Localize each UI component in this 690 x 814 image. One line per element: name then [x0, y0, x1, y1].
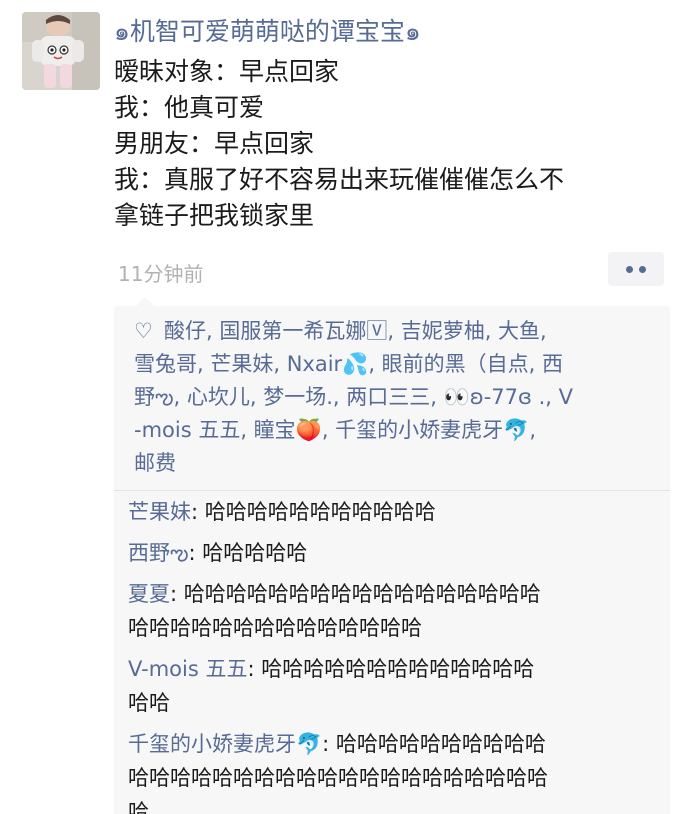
likes-line[interactable]: 野ఌ, 心坎儿, 梦一场., 两口三三, 👀ʚ-77ɞ ., V	[134, 381, 658, 414]
comment-text: 哈哈哈哈哈哈哈哈哈哈哈哈哈哈哈哈哈哈哈哈	[128, 766, 548, 790]
more-dots-icon	[639, 265, 646, 273]
likes-list: ♡ 酸仔, 国服第一希瓦娜🅅, 吉妮萝柚, 大鱼, 雪兔哥, 芒果妹, Nxair…	[114, 306, 670, 490]
comment-author[interactable]: V-mois 五五	[128, 657, 247, 681]
post-line: 拿链子把我锁家里	[114, 201, 315, 230]
heart-outline-icon: ♡	[134, 319, 153, 343]
author-name[interactable]: ๑机智可爱萌萌哒的谭宝宝๑	[114, 14, 670, 50]
moment-post: ๑机智可爱萌萌哒的谭宝宝๑ 暧昧对象：早点回家 我：他真可爱 男朋友：早点回家 …	[0, 0, 690, 814]
likes-line[interactable]: -mois 五五, 瞳宝🍑, 千玺的小娇妻虎牙🐬,	[134, 414, 658, 447]
comment-item[interactable]: V-mois 五五: 哈哈哈哈哈哈哈哈哈哈哈哈哈 哈哈	[128, 652, 658, 720]
post-line: 我：他真可爱	[114, 93, 265, 122]
comment-text: 哈哈哈哈哈哈哈哈哈哈哈哈哈哈哈哈哈	[183, 582, 541, 606]
comment-text: 哈哈哈哈哈	[202, 541, 308, 565]
interaction-panel: ♡ 酸仔, 国服第一希瓦娜🅅, 吉妮萝柚, 大鱼, 雪兔哥, 芒果妹, Nxair…	[114, 297, 670, 814]
comment-item[interactable]: 芒果妹: 哈哈哈哈哈哈哈哈哈哈哈	[128, 495, 658, 529]
comment-author[interactable]: 西野ఌ	[128, 541, 189, 565]
comment-text: 哈	[128, 800, 149, 814]
avatar[interactable]	[22, 12, 100, 90]
comment-item[interactable]: 西野ఌ: 哈哈哈哈哈	[128, 536, 658, 570]
post-line: 我：真服了好不容易出来玩催催催怎么不	[114, 165, 565, 194]
post-line: 暧昧对象：早点回家	[114, 57, 340, 86]
comment-author[interactable]: 芒果妹	[128, 500, 191, 524]
post-meta: 11分钟前	[114, 252, 670, 292]
comment-text: 哈哈哈哈哈哈哈哈哈哈	[335, 732, 546, 756]
comment-text: 哈哈哈哈哈哈哈哈哈哈哈	[204, 500, 436, 524]
comment-text: 哈哈哈哈哈哈哈哈哈哈哈哈哈	[261, 657, 535, 681]
post-line: 男朋友：早点回家	[114, 129, 315, 158]
post-timestamp: 11分钟前	[118, 262, 204, 286]
more-dots-icon	[626, 265, 633, 273]
more-actions-button[interactable]	[608, 252, 664, 286]
comments-list: 芒果妹: 哈哈哈哈哈哈哈哈哈哈哈 西野ఌ: 哈哈哈哈哈 夏夏: 哈哈哈哈哈哈哈哈…	[114, 491, 670, 814]
comment-item[interactable]: 夏夏: 哈哈哈哈哈哈哈哈哈哈哈哈哈哈哈哈哈 哈哈哈哈哈哈哈哈哈哈哈哈哈哈	[128, 577, 658, 645]
comment-author[interactable]: 千玺的小娇妻虎牙🐬	[128, 732, 322, 756]
comment-text: 哈哈哈哈哈哈哈哈哈哈哈哈哈哈	[128, 616, 422, 640]
post-body: ๑机智可爱萌萌哒的谭宝宝๑ 暧昧对象：早点回家 我：他真可爱 男朋友：早点回家 …	[114, 14, 670, 814]
comment-author[interactable]: 夏夏	[128, 582, 170, 606]
likes-line[interactable]: ♡ 酸仔, 国服第一希瓦娜🅅, 吉妮萝柚, 大鱼,	[134, 315, 658, 348]
comment-item[interactable]: 千玺的小娇妻虎牙🐬: 哈哈哈哈哈哈哈哈哈哈 哈哈哈哈哈哈哈哈哈哈哈哈哈哈哈哈哈哈…	[128, 727, 658, 814]
likes-line[interactable]: 邮费	[134, 447, 658, 480]
likes-names[interactable]: 酸仔, 国服第一希瓦娜🅅, 吉妮萝柚, 大鱼,	[164, 319, 547, 343]
comment-text: 哈哈	[128, 691, 170, 715]
post-text: 暧昧对象：早点回家 我：他真可爱 男朋友：早点回家 我：真服了好不容易出来玩催催…	[114, 54, 670, 234]
avatar-photo	[22, 12, 100, 90]
likes-line[interactable]: 雪兔哥, 芒果妹, Nxair💦, 眼前的黑（自点, 西	[134, 348, 658, 381]
panel-caret	[136, 297, 154, 306]
